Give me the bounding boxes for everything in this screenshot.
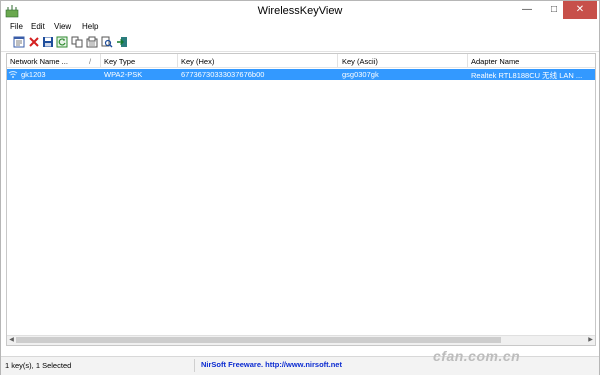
copy-icon[interactable] xyxy=(71,36,83,48)
cell-network-name: gk1203 xyxy=(21,70,46,79)
column-network-name[interactable]: Network Name ... xyxy=(10,57,68,66)
cell-key-hex: 67736730333037676b00 xyxy=(181,70,265,79)
menu-file[interactable]: File xyxy=(10,22,23,31)
toolbar xyxy=(1,34,599,52)
scroll-right-icon[interactable]: ▶ xyxy=(586,336,595,345)
column-adapter-name[interactable]: Adapter Name xyxy=(471,57,519,66)
watermark-logo: cfan.com.cn xyxy=(433,348,521,364)
column-key-type[interactable]: Key Type xyxy=(104,57,135,66)
status-divider xyxy=(194,359,195,372)
column-key-ascii[interactable]: Key (Ascii) xyxy=(342,57,378,66)
search-icon[interactable] xyxy=(101,36,113,48)
app-window: WirelessKeyView — □ ✕ File Edit View Hel… xyxy=(0,0,600,375)
minimize-button[interactable]: — xyxy=(514,1,540,19)
cell-key-type: WPA2-PSK xyxy=(104,70,143,79)
sort-indicator-icon: / xyxy=(89,57,92,66)
list-header: Network Name ... / Key Type Key (Hex) Ke… xyxy=(7,54,595,68)
wifi-network-icon xyxy=(8,71,18,78)
save-icon[interactable] xyxy=(42,36,54,48)
exit-icon[interactable] xyxy=(116,36,128,48)
title-bar[interactable]: WirelessKeyView — □ ✕ xyxy=(1,1,599,21)
column-divider[interactable] xyxy=(177,54,178,67)
menu-edit[interactable]: Edit xyxy=(31,22,45,31)
column-divider[interactable] xyxy=(100,54,101,67)
scroll-left-icon[interactable]: ◀ xyxy=(7,336,16,345)
menu-help[interactable]: Help xyxy=(82,22,98,31)
cell-key-ascii: gsg0307gk xyxy=(342,70,379,79)
scrollbar-thumb[interactable] xyxy=(16,337,501,343)
refresh-icon[interactable] xyxy=(56,36,68,48)
table-row[interactable]: gk1203 WPA2-PSK 67736730333037676b00 gsg… xyxy=(7,69,595,80)
column-key-hex[interactable]: Key (Hex) xyxy=(181,57,214,66)
horizontal-scrollbar[interactable]: ◀ ▶ xyxy=(7,335,595,345)
properties-icon[interactable] xyxy=(13,36,25,48)
cell-adapter-name: Realtek RTL8188CU 无线 LAN ... xyxy=(471,71,583,80)
window-title: WirelessKeyView xyxy=(257,5,343,17)
export-icon[interactable] xyxy=(86,36,98,48)
close-button[interactable]: ✕ xyxy=(563,1,597,19)
menu-bar: File Edit View Help xyxy=(1,21,599,34)
column-divider[interactable] xyxy=(337,54,338,67)
column-divider[interactable] xyxy=(467,54,468,67)
nirsoft-link[interactable]: NirSoft Freeware. http://www.nirsoft.net xyxy=(201,360,342,369)
status-count: 1 key(s), 1 Selected xyxy=(5,361,72,370)
key-list[interactable]: Network Name ... / Key Type Key (Hex) Ke… xyxy=(6,53,596,346)
menu-view[interactable]: View xyxy=(54,22,71,31)
delete-icon[interactable] xyxy=(28,36,40,48)
